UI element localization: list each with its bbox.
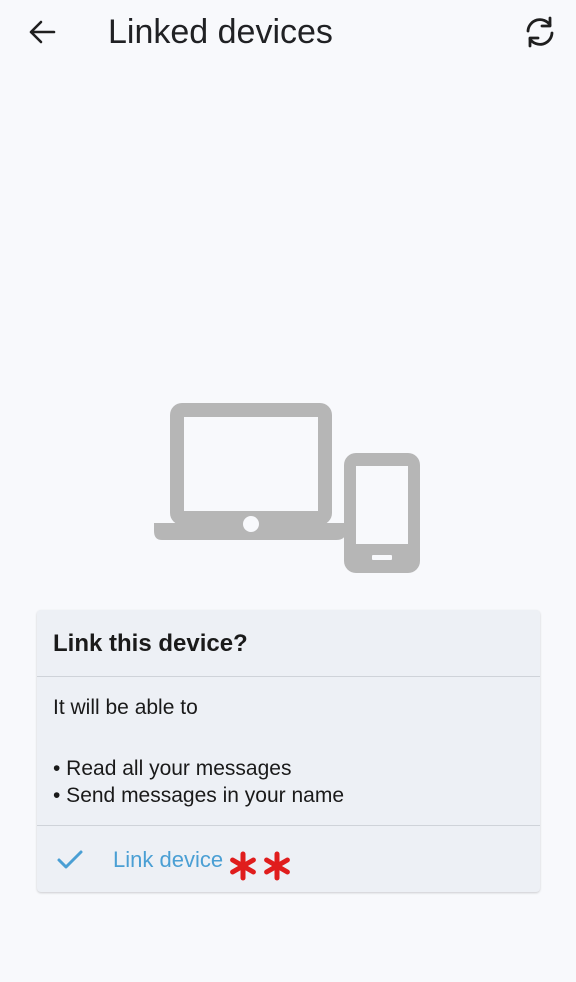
dialog-intro: It will be able to [53, 696, 198, 719]
refresh-button[interactable] [518, 10, 562, 54]
app-bar: Linked devices [0, 0, 576, 64]
dialog-title: Link this device? [53, 630, 248, 657]
permission-item: • Send messages in your name [53, 784, 345, 807]
divider [37, 676, 540, 677]
link-device-label: Link device [113, 847, 224, 872]
red-asterisks-icon [230, 851, 290, 881]
checkmark-icon [57, 850, 83, 869]
arrow-left-icon [29, 20, 56, 44]
link-device-dialog: Link this device? It will be able to • R… [37, 610, 540, 892]
laptop-and-phone-icon [154, 403, 420, 573]
refresh-icon [526, 16, 554, 48]
page-title: Linked devices [108, 13, 333, 51]
link-device-button[interactable]: Link device [37, 826, 540, 892]
permission-item: • Read all your messages [53, 757, 292, 780]
back-button[interactable] [22, 12, 62, 52]
